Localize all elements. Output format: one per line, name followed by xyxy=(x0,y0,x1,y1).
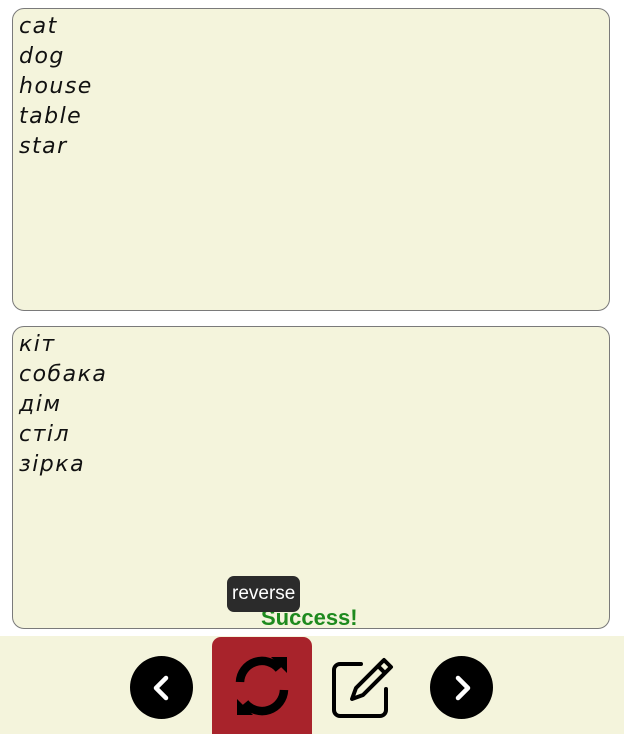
edit-button[interactable] xyxy=(326,652,398,724)
app-root: cat dog house table star кіт собака дім … xyxy=(0,0,624,734)
target-words-panel[interactable]: кіт собака дім стіл зірка xyxy=(12,326,610,629)
bottom-toolbar xyxy=(0,636,624,734)
source-word: house xyxy=(19,74,93,99)
prev-button[interactable] xyxy=(130,656,193,719)
source-word: table xyxy=(19,104,83,129)
sync-icon xyxy=(235,656,289,715)
target-word: зірка xyxy=(19,452,86,477)
reverse-tooltip: reverse xyxy=(227,576,301,612)
target-word: собака xyxy=(19,362,108,387)
target-word: стіл xyxy=(19,422,71,447)
source-word: star xyxy=(19,134,68,159)
chevron-right-icon xyxy=(455,675,470,700)
target-word: дім xyxy=(19,392,62,417)
chevron-left-icon xyxy=(153,675,168,700)
source-words-panel[interactable]: cat dog house table star xyxy=(12,8,610,311)
next-button[interactable] xyxy=(430,656,493,719)
source-word: cat xyxy=(19,14,58,39)
source-word: dog xyxy=(19,44,65,69)
reverse-button[interactable] xyxy=(212,637,312,734)
edit-icon xyxy=(332,658,393,718)
target-word: кіт xyxy=(19,332,56,357)
